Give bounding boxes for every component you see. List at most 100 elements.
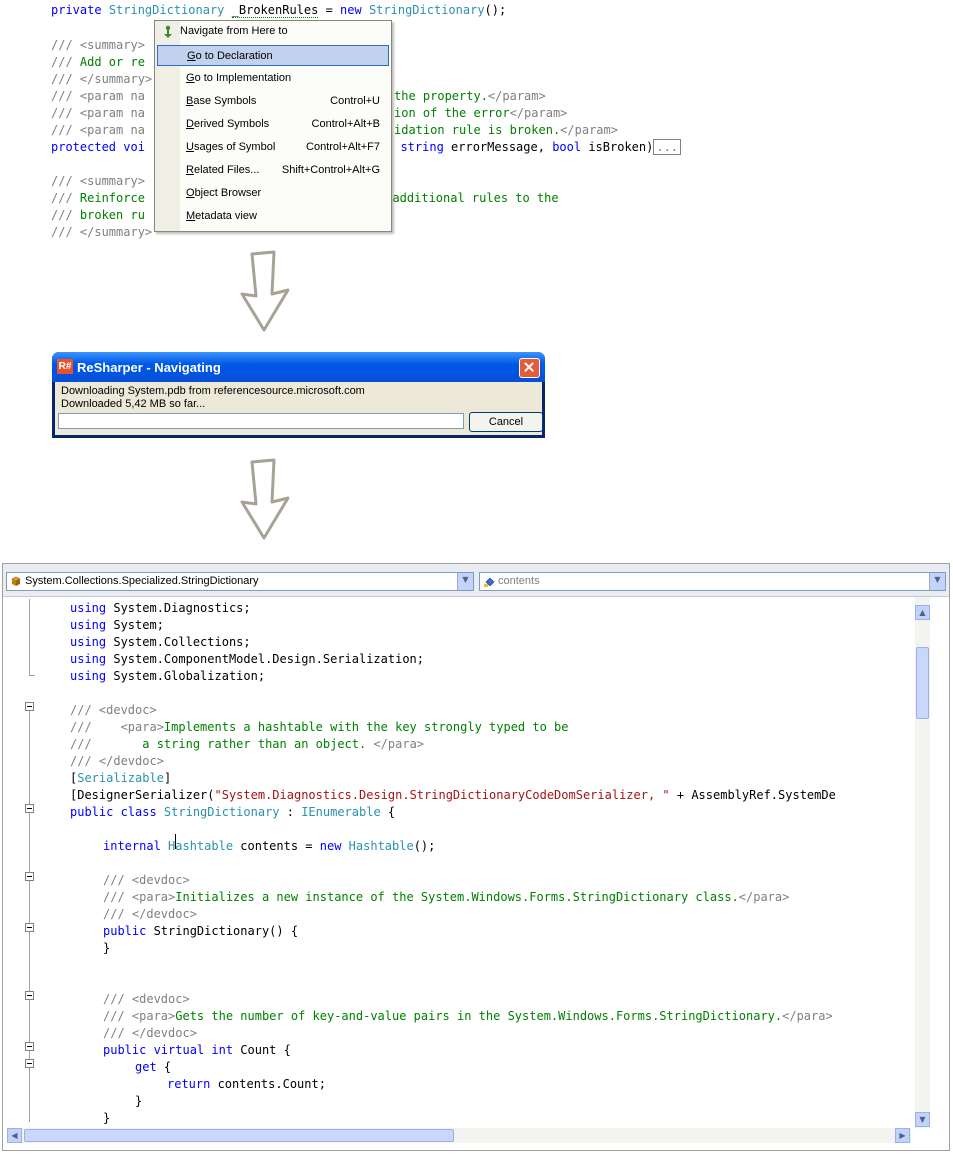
navigate-context-menu: Navigate from Here to Go to Declaration … [154,20,392,232]
down-arrow-icon [240,458,290,540]
fold-toggle[interactable] [25,702,34,711]
code-line: /// <param na [51,123,145,137]
vertical-scroll-thumb[interactable] [916,647,929,719]
dialog-titlebar[interactable]: R# ReSharper - Navigating [52,352,545,382]
menu-item-go-to-declaration[interactable]: Go to Declaration [157,45,389,66]
fold-toggle[interactable] [25,872,34,881]
chevron-down-icon: ▼ [934,575,941,584]
menu-item-metadata-view[interactable]: Metadata view [157,206,389,227]
code-line: /// broken ru [51,208,145,222]
code-line: /// </summary> [51,72,153,86]
code-line: [Serializable] [70,771,172,785]
code-line: /// <devdoc> [70,703,157,717]
down-arrow-icon [240,250,290,332]
code-fragment: , string errorMessage, bool isBroken)... [386,139,682,156]
code-line: public StringDictionary() { [103,924,299,938]
code-line: /// <para>Initializes a new instance of … [103,890,790,904]
download-status-line: Downloading System.pdb from referencesou… [61,385,365,397]
code-line: /// <devdoc> [103,992,190,1006]
code-line: /// <summary> [51,174,145,188]
code-line: /// <para>Implements a hashtable with th… [70,720,569,734]
horizontal-scroll-thumb[interactable] [24,1129,454,1142]
scroll-left-button[interactable]: ◀ [7,1128,22,1143]
chevron-down-icon: ▼ [919,1115,926,1124]
type-combo-dropdown[interactable]: ▼ [457,573,473,590]
code-line: /// </summary> [51,225,153,239]
member-combo[interactable]: contents ▼ [479,572,946,591]
menu-header-label: Navigate from Here to [180,25,288,37]
vertical-scrollbar[interactable]: ▲ ▼ [915,597,930,1128]
code-line: /// a string rather than an object. </pa… [70,737,425,751]
code-line: /// <summary> [51,38,145,52]
code-line: [DesignerSerializer("System.Diagnostics.… [70,788,836,802]
code-line: get { [135,1060,172,1074]
code-line: } [135,1094,143,1108]
code-fragment: g additional rules to the [378,191,559,205]
fold-end [29,675,35,676]
menu-header: Navigate from Here to [155,21,391,43]
menu-item-object-browser[interactable]: Object Browser [157,183,389,204]
chevron-down-icon: ▼ [462,575,469,584]
code-line-method: protected voi [51,140,145,154]
chevron-left-icon: ◀ [11,1131,18,1140]
scroll-down-button[interactable]: ▼ [915,1112,930,1127]
code-fragment: idation rule is broken.</param> [394,123,618,137]
type-combo[interactable]: System.Collections.Specialized.StringDic… [6,572,474,591]
dialog-close-button[interactable] [519,358,540,378]
scroll-up-button[interactable]: ▲ [915,605,930,620]
top-code-snippet: private StringDictionary _BrokenRules = … [0,0,953,245]
code-line: public class StringDictionary : IEnumera… [70,805,396,819]
menu-item-usages-of-symbol[interactable]: Usages of Symbol Control+Alt+F7 [157,137,389,158]
code-line: /// Add or re [51,55,145,69]
code-line: /// </devdoc> [103,1026,197,1040]
code-line: /// <para>Gets the number of key-and-val… [103,1009,833,1023]
code-line: /// Reinforce [51,191,145,205]
code-line: /// </devdoc> [70,754,164,768]
close-icon [524,362,534,372]
collapsed-region-button[interactable]: ... [653,139,682,155]
code-line: using System.Diagnostics; [70,601,251,615]
chevron-right-icon: ▶ [899,1131,906,1140]
scroll-right-button[interactable]: ▶ [895,1128,910,1143]
code-fragment: ion of the error</param> [394,106,568,120]
code-line: using System; [70,618,164,632]
menu-item-go-to-implementation[interactable]: Go to Implementation [157,68,389,89]
code-line: using System.ComponentModel.Design.Seria… [70,652,425,666]
fold-toggle[interactable] [25,1059,34,1068]
horizontal-scrollbar[interactable]: ◀ ▶ [7,1128,911,1143]
fold-toggle[interactable] [25,991,34,1000]
code-line: using System.Globalization; [70,669,266,683]
resharper-logo-icon: R# [57,359,73,374]
code-area[interactable]: using System.Diagnostics; using System; … [3,597,915,1127]
code-line: return contents.Count; [167,1077,326,1091]
fold-toggle[interactable] [25,1042,34,1051]
code-fragment: the property.</param> [394,89,546,103]
cancel-button[interactable]: Cancel [469,412,543,432]
code-line: /// </devdoc> [103,907,197,921]
code-line: /// <devdoc> [103,873,190,887]
code-editor-window: System.Collections.Specialized.StringDic… [2,563,950,1151]
dialog-body: Downloading System.pdb from referencesou… [55,382,543,435]
editor-navigation-bar: System.Collections.Specialized.StringDic… [3,564,949,597]
fold-toggle[interactable] [25,923,34,932]
member-combo-dropdown[interactable]: ▼ [929,573,945,590]
resharper-navigating-dialog: R# ReSharper - Navigating Downloading Sy… [52,352,545,438]
code-line: internal Hashtable contents = new Hashta… [103,839,436,853]
menu-item-base-symbols[interactable]: Base Symbols Control+U [157,91,389,112]
code-line: } [103,1111,111,1125]
dialog-title: ReSharper - Navigating [77,360,221,375]
menu-item-derived-symbols[interactable]: Derived Symbols Control+Alt+B [157,114,389,135]
menu-item-related-files[interactable]: Related Files... Shift+Control+Alt+G [157,160,389,181]
code-line: public virtual int Count { [103,1043,291,1057]
navigate-arrow-icon [164,25,172,38]
broken-rules-identifier[interactable]: _BrokenRules [231,3,319,18]
code-line: /// <param na [51,89,145,103]
download-progress-bar [58,413,464,429]
fold-toggle[interactable] [25,804,34,813]
code-line: } [103,941,111,955]
chevron-up-icon: ▲ [919,608,926,617]
code-line: using System.Collections; [70,635,251,649]
code-line: /// <param na [51,106,145,120]
field-icon [484,577,495,587]
download-progress-text: Downloaded 5,42 MB so far... [61,398,206,410]
